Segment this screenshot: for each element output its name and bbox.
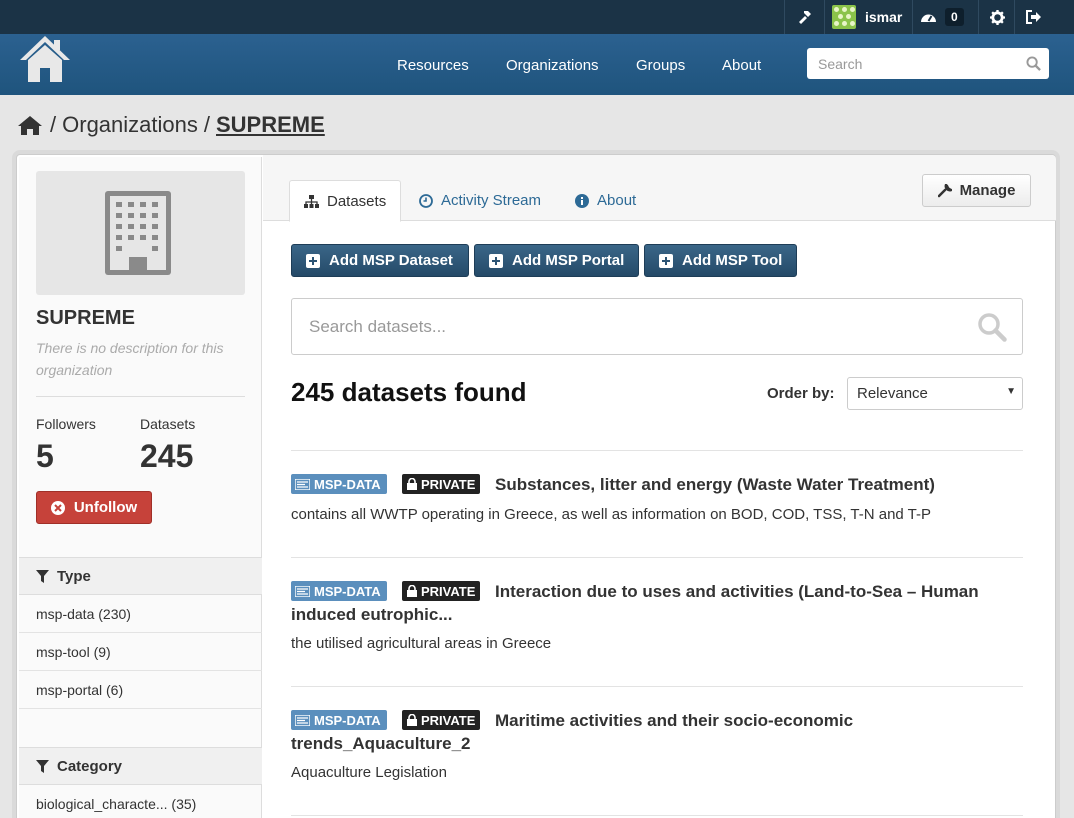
dataset-description: Aquaculture Legislation bbox=[291, 764, 447, 781]
plus-icon bbox=[489, 253, 503, 268]
building-icon bbox=[105, 191, 171, 275]
manage-label: Manage bbox=[959, 182, 1016, 199]
organization-description: There is no description for this organiz… bbox=[36, 340, 224, 378]
dataset-search bbox=[291, 298, 1023, 355]
filter-icon bbox=[36, 759, 49, 773]
nav-about[interactable]: About bbox=[722, 57, 761, 74]
order-by-value: Relevance bbox=[857, 385, 928, 402]
followers-label: Followers bbox=[36, 416, 96, 432]
dataset-title[interactable]: Substances, litter and energy (Waste Wat… bbox=[291, 473, 1011, 496]
sidebar: SUPREME There is no description for this… bbox=[19, 157, 262, 818]
nav-groups[interactable]: Groups bbox=[636, 57, 685, 74]
masthead: Resources Organizations Groups About bbox=[0, 34, 1074, 95]
tab-about[interactable]: About bbox=[561, 180, 650, 221]
nav-organizations[interactable]: Organizations bbox=[506, 57, 599, 74]
tab-about-label: About bbox=[597, 192, 637, 209]
datasets-label: Datasets bbox=[140, 416, 196, 432]
results-count: 245 datasets found bbox=[291, 377, 527, 407]
site-search bbox=[807, 48, 1049, 79]
breadcrumb: / Organizations / SUPREME bbox=[18, 112, 331, 138]
user-link[interactable]: ismar bbox=[832, 0, 902, 34]
dataset-title[interactable]: Maritime activities and their socio-econ… bbox=[291, 709, 1011, 755]
facet-type-header: Type bbox=[19, 557, 262, 595]
add-msp-portal-button[interactable]: Add MSP Portal bbox=[474, 244, 639, 277]
divider bbox=[291, 686, 1023, 687]
unfollow-label: Unfollow bbox=[73, 499, 138, 516]
hammer-icon bbox=[799, 11, 811, 24]
remove-circle-icon bbox=[50, 500, 65, 515]
facet-item-msp-tool[interactable]: msp-tool (9) bbox=[19, 633, 262, 671]
facet-category-title: Category bbox=[57, 757, 123, 775]
separator bbox=[978, 0, 979, 34]
manage-button[interactable]: Manage bbox=[922, 174, 1031, 207]
settings-link[interactable] bbox=[986, 0, 1008, 34]
divider bbox=[36, 396, 245, 397]
order-by-select[interactable]: Relevance ▼ bbox=[847, 377, 1023, 410]
unfollow-button[interactable]: Unfollow bbox=[36, 491, 152, 524]
tab-activity-label: Activity Stream bbox=[441, 192, 542, 209]
avatar bbox=[832, 5, 856, 29]
add-msp-tool-label: Add MSP Tool bbox=[682, 252, 783, 269]
followers-count: 5 bbox=[36, 438, 54, 474]
separator bbox=[824, 0, 825, 34]
plus-icon bbox=[659, 253, 673, 268]
logout-icon bbox=[1025, 10, 1041, 24]
content-wrapper: SUPREME There is no description for this… bbox=[16, 154, 1056, 818]
dashboard-link[interactable]: 0 bbox=[920, 0, 964, 34]
breadcrumb-separator: / bbox=[50, 112, 57, 137]
divider bbox=[291, 450, 1023, 451]
dataset-search-input[interactable] bbox=[292, 299, 952, 354]
facet-item-msp-portal[interactable]: msp-portal (6) bbox=[19, 671, 262, 709]
divider bbox=[291, 557, 1023, 558]
add-msp-portal-label: Add MSP Portal bbox=[512, 252, 625, 269]
gear-icon bbox=[989, 9, 1005, 25]
home-logo[interactable] bbox=[18, 34, 72, 84]
facet-category-header: Category bbox=[19, 747, 262, 785]
tab-datasets[interactable]: Datasets bbox=[289, 180, 402, 222]
datasets-count: 245 bbox=[140, 438, 194, 474]
caret-down-icon: ▼ bbox=[1006, 386, 1016, 397]
breadcrumb-separator: / bbox=[203, 112, 210, 137]
wrench-icon bbox=[937, 183, 952, 197]
search-icon[interactable] bbox=[977, 312, 1007, 342]
plus-icon bbox=[306, 253, 320, 268]
facet-item-biological[interactable]: biological_characte... (35) bbox=[19, 785, 262, 818]
facet-type-title: Type bbox=[57, 567, 91, 585]
separator bbox=[1014, 0, 1015, 34]
nav-resources[interactable]: Resources bbox=[397, 57, 469, 74]
separator bbox=[784, 0, 785, 34]
info-icon bbox=[575, 193, 589, 208]
dashboard-badge: 0 bbox=[945, 8, 964, 26]
facet-item-msp-data[interactable]: msp-data (230) bbox=[19, 595, 262, 633]
dashboard-icon bbox=[921, 14, 936, 22]
username: ismar bbox=[865, 9, 903, 25]
breadcrumb-organizations[interactable]: Organizations bbox=[62, 112, 198, 138]
separator bbox=[912, 0, 913, 34]
dataset-description: the utilised agricultural areas in Greec… bbox=[291, 635, 552, 652]
site-search-input[interactable] bbox=[807, 48, 1007, 79]
tab-datasets-label: Datasets bbox=[327, 192, 387, 210]
sysadmin-link[interactable] bbox=[790, 0, 820, 34]
tab-activity-stream[interactable]: Activity Stream bbox=[405, 180, 555, 221]
home-icon[interactable] bbox=[18, 115, 42, 135]
add-msp-tool-button[interactable]: Add MSP Tool bbox=[644, 244, 797, 277]
divider bbox=[291, 815, 1023, 816]
clock-icon bbox=[419, 193, 433, 208]
dataset-description: contains all WWTP operating in Greece, a… bbox=[291, 506, 931, 523]
home-icon bbox=[20, 36, 70, 82]
account-bar: ismar 0 bbox=[0, 0, 1074, 34]
dataset-title[interactable]: Interaction due to uses and activities (… bbox=[291, 580, 1011, 626]
organization-image bbox=[36, 171, 245, 295]
add-msp-dataset-label: Add MSP Dataset bbox=[329, 252, 453, 269]
breadcrumb-current[interactable]: SUPREME bbox=[216, 112, 325, 138]
order-by-label: Order by: bbox=[767, 385, 835, 402]
filter-icon bbox=[36, 569, 49, 583]
organization-name: SUPREME bbox=[36, 307, 135, 329]
add-msp-dataset-button[interactable]: Add MSP Dataset bbox=[291, 244, 469, 277]
sitemap-icon bbox=[304, 194, 319, 208]
logout-link[interactable] bbox=[1022, 0, 1044, 34]
search-icon[interactable] bbox=[1026, 56, 1041, 71]
